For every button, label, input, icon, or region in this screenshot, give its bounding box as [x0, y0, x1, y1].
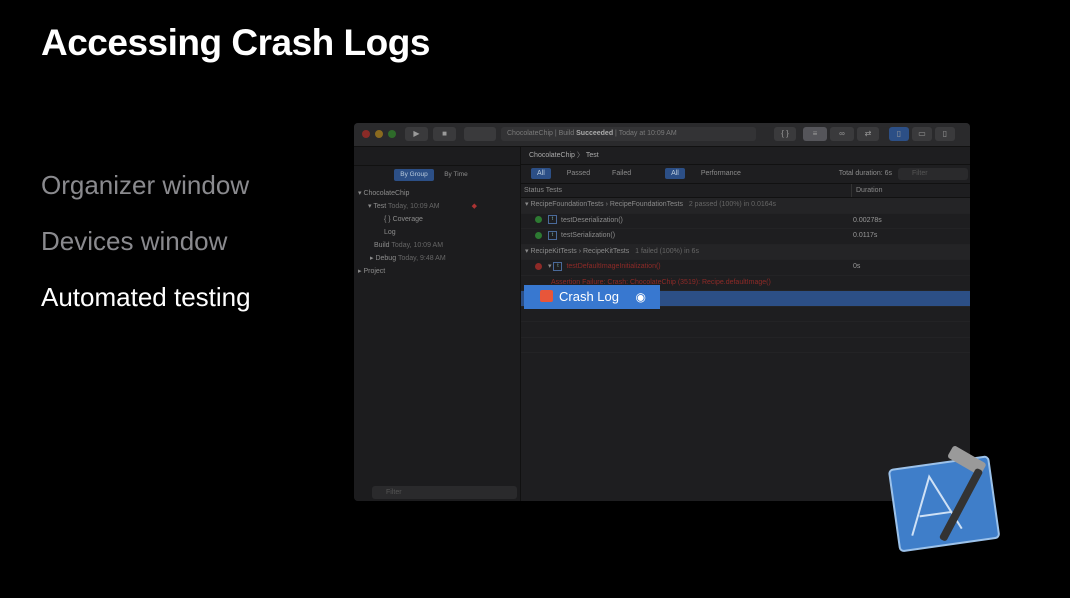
failed-test-row[interactable]: ▾ t testDefaultImageInitialization() 0s [521, 260, 970, 276]
run-button[interactable]: ▶ [405, 127, 428, 141]
segment-by-group[interactable]: By Group [394, 169, 434, 181]
bullet-automated-testing: Automated testing [41, 282, 251, 312]
tree-item-build[interactable]: Build Today, 10:09 AM [358, 239, 477, 252]
filter-failed[interactable]: Failed [606, 168, 637, 179]
filter-all-kinds[interactable]: All [665, 168, 685, 179]
group-segmented-control[interactable]: By Group By Time [394, 169, 479, 181]
slide-title: Accessing Crash Logs [41, 22, 430, 63]
report-tree: ▾ ChocolateChip ▾ Test Today, 10:09 AM ◆… [358, 187, 477, 278]
crash-log-icon [540, 290, 553, 302]
filter-performance[interactable]: Performance [695, 168, 747, 179]
assistant-editor-button[interactable]: ∞ [830, 127, 854, 141]
filter-passed[interactable]: Passed [561, 168, 596, 179]
test-row[interactable]: t testSerialization() 0.0117s [521, 229, 970, 245]
tree-item-coverage[interactable]: { } Coverage [358, 213, 477, 226]
jump-bar[interactable]: ChocolateChip 〉 Test [521, 147, 970, 165]
standard-editor-button[interactable]: ≡ [803, 127, 827, 141]
total-duration: Total duration: 6s [838, 170, 892, 177]
pass-icon [535, 216, 542, 224]
zoom-window-button[interactable] [388, 130, 396, 138]
tree-item-project[interactable]: ▾ ChocolateChip [358, 187, 477, 200]
minimize-window-button[interactable] [375, 130, 383, 138]
test-row[interactable]: t testDeserialization() 0.00278s [521, 214, 970, 229]
pass-icon [535, 231, 542, 239]
library-button[interactable]: { } [774, 127, 796, 141]
test-group-row[interactable]: ▾ RecipeFoundationTests › RecipeFoundati… [521, 198, 970, 214]
bullet-devices-window: Devices window [41, 226, 228, 256]
debug-area-toggle-button[interactable]: ▭ [912, 127, 932, 141]
navigator-tab-bar[interactable] [354, 147, 520, 166]
close-window-button[interactable] [362, 130, 370, 138]
stop-button[interactable]: ■ [433, 127, 456, 141]
activity-viewer: ChocolateChip | Build Succeeded | Today … [501, 127, 756, 141]
xcode-toolbar: ▶ ■ ChocolateChip | Build Succeeded | To… [354, 123, 970, 147]
tree-item-test[interactable]: ▾ Test Today, 10:09 AM ◆ [358, 200, 477, 213]
filter-all[interactable]: All [531, 168, 551, 179]
crash-log-label: Crash Log [559, 289, 619, 304]
fail-icon [535, 262, 542, 270]
eye-icon[interactable]: ◉ [636, 285, 646, 309]
xcode-app-icon [888, 446, 1000, 552]
xcode-window: ▶ ■ ChocolateChip | Build Succeeded | To… [354, 123, 970, 501]
empty-row [521, 322, 970, 338]
test-group-row[interactable]: ▾ RecipeKitTests › RecipeKitTests 1 fail… [521, 244, 970, 260]
tree-item-project-group[interactable]: ▸ Project [358, 265, 477, 278]
inspector-toggle-button[interactable]: ▯ [935, 127, 955, 141]
version-editor-button[interactable]: ⇄ [857, 127, 879, 141]
tree-item-debug[interactable]: ▸ Debug Today, 9:48 AM [358, 252, 477, 265]
scheme-selector[interactable] [464, 127, 496, 141]
navigator-filter-input[interactable]: Filter [372, 486, 517, 499]
bullet-list: Organizer window Devices window Automate… [41, 168, 251, 336]
navigator-toggle-button[interactable]: ▯ [889, 127, 909, 141]
bullet-organizer-window: Organizer window [41, 170, 250, 200]
crash-log-popup[interactable]: Crash Log ◉ [524, 285, 660, 309]
report-navigator: By Group By Time ▾ ChocolateChip ▾ Test … [354, 147, 521, 501]
test-filter-bar: All Passed Failed All Performance Total … [521, 165, 970, 184]
empty-row [521, 338, 970, 353]
test-filter-input[interactable]: Filter [898, 168, 968, 180]
column-header: Status Tests Duration [521, 184, 970, 198]
tree-item-log[interactable]: Log [358, 226, 477, 239]
segment-by-time[interactable]: By Time [436, 169, 476, 181]
